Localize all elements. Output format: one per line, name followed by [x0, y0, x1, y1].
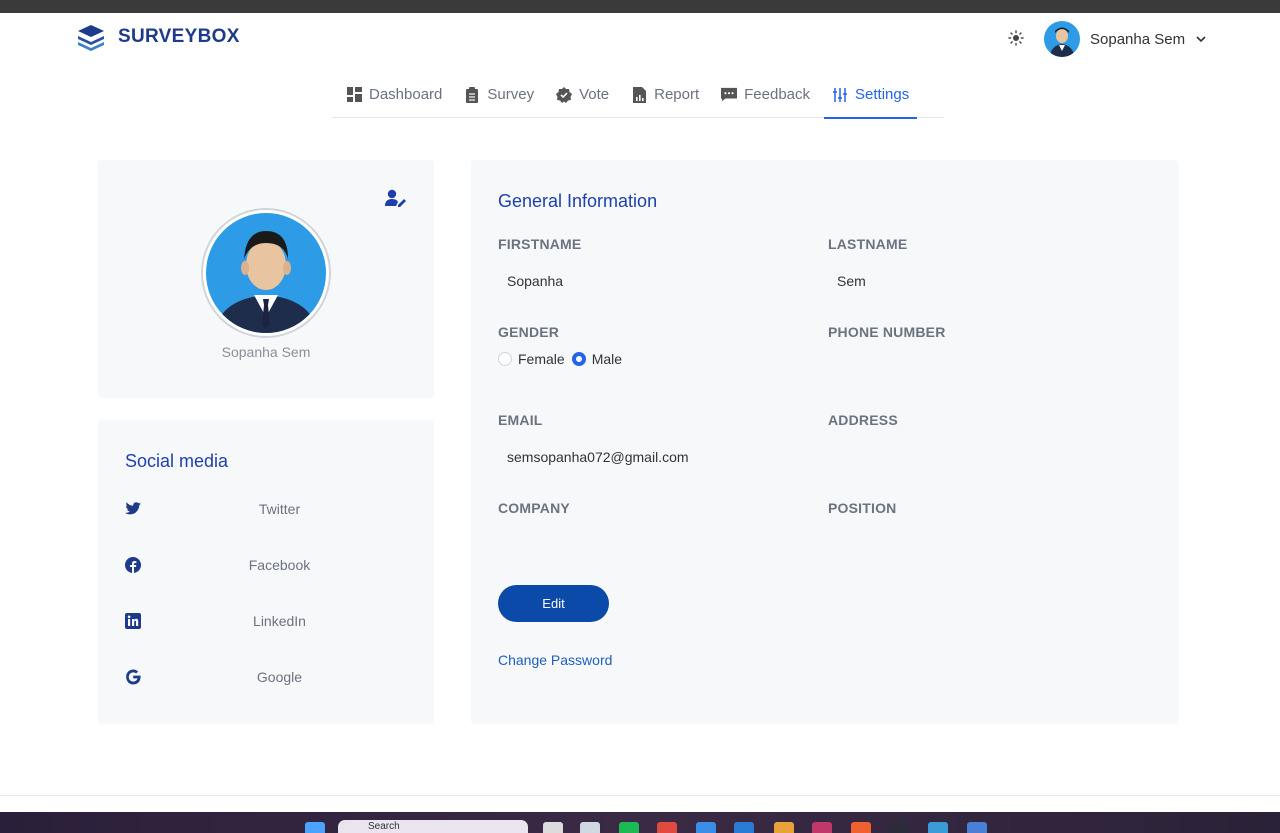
jetbrains-icon[interactable] [812, 822, 832, 833]
tab-vote[interactable]: Vote [548, 72, 617, 118]
spotify-icon[interactable] [619, 822, 639, 833]
badge-check-icon [556, 86, 573, 103]
browser-top-bar [0, 0, 1280, 13]
phone-label: PHONE NUMBER [828, 324, 946, 340]
social-link-facebook[interactable]: Facebook [125, 553, 407, 577]
tab-report[interactable]: Report [623, 72, 707, 118]
brand-logo[interactable]: SURVEYBOX [76, 23, 240, 51]
os-taskbar: Search [0, 812, 1280, 833]
social-label: Twitter [258, 501, 301, 517]
message-icon [721, 87, 738, 103]
dashboard-icon [346, 87, 362, 103]
chrome-icon[interactable] [774, 822, 794, 833]
brand-name: SURVEYBOX [118, 26, 240, 47]
gender-male-label: Male [591, 351, 623, 367]
gender-radio-group: Female Male [498, 351, 629, 367]
lastname-label: LASTNAME [828, 236, 908, 252]
telegram-icon[interactable] [928, 822, 948, 833]
tab-dashboard[interactable]: Dashboard [338, 72, 450, 118]
firstname-value: Sopanha [507, 273, 564, 289]
windows-start-icon[interactable] [305, 822, 325, 833]
main-nav: Dashboard Survey Vote Report Feedback Se… [332, 72, 944, 119]
tab-label: Vote [579, 86, 610, 103]
tab-label: Settings [855, 86, 910, 103]
theme-toggle-button[interactable] [1007, 29, 1025, 47]
vscode-icon[interactable] [734, 822, 754, 833]
report-icon [631, 86, 647, 103]
profile-avatar [201, 208, 331, 338]
tab-label: Report [654, 86, 700, 103]
terminal-icon[interactable] [889, 822, 909, 833]
file-explorer-icon[interactable] [543, 822, 563, 833]
clipboard-icon [464, 86, 480, 103]
edit-profile-button[interactable] [385, 189, 407, 212]
profile-name: Sopanha Sem [221, 344, 311, 360]
tab-label: Feedback [744, 86, 811, 103]
page-divider [0, 795, 1280, 796]
address-label: ADDRESS [828, 412, 898, 428]
email-value: semsopanha072@gmail.com [507, 449, 689, 465]
user-edit-icon [385, 189, 406, 207]
sliders-icon [832, 87, 848, 103]
social-media-card: Social media Twitter Facebook LinkedIn G… [98, 420, 434, 724]
taskbar-app-icon[interactable] [967, 822, 987, 833]
user-name: Sopanha Sem [1090, 30, 1186, 48]
tab-label: Dashboard [369, 86, 443, 103]
app-icon[interactable] [657, 822, 677, 833]
social-link-google[interactable]: Google [125, 665, 407, 689]
gender-female-label: Female [518, 351, 565, 367]
tab-feedback[interactable]: Feedback [713, 72, 818, 118]
social-label: Facebook [248, 557, 311, 573]
postman-icon[interactable] [851, 822, 871, 833]
sun-icon [1008, 30, 1024, 46]
tab-label: Survey [487, 86, 535, 103]
store-icon[interactable] [580, 822, 600, 833]
general-info-title: General Information [498, 191, 658, 211]
layers-logo-icon [78, 25, 104, 51]
gender-male-radio[interactable] [571, 352, 586, 366]
lastname-value: Sem [837, 273, 866, 289]
social-link-twitter[interactable]: Twitter [125, 497, 407, 521]
gender-female-radio[interactable] [498, 352, 512, 366]
tab-settings[interactable]: Settings [824, 72, 918, 119]
social-media-title: Social media [125, 451, 229, 471]
tab-survey[interactable]: Survey [456, 72, 542, 118]
firstname-label: FIRSTNAME [498, 236, 582, 252]
social-link-linkedin[interactable]: LinkedIn [125, 609, 407, 633]
edit-button[interactable]: Edit [498, 585, 609, 622]
email-label: EMAIL [498, 412, 543, 428]
social-label: LinkedIn [253, 613, 306, 629]
position-label: POSITION [828, 500, 897, 516]
general-info-card: General Information FIRSTNAME Sopanha LA… [471, 160, 1179, 724]
avatar [1044, 21, 1080, 57]
gender-label: GENDER [498, 324, 560, 340]
social-label: Google [256, 669, 303, 685]
chevron-down-icon [1196, 36, 1206, 43]
change-password-link[interactable]: Change Password [498, 652, 612, 668]
company-label: COMPANY [498, 500, 570, 516]
profile-card: Sopanha Sem [98, 160, 434, 398]
edge-icon[interactable] [696, 822, 716, 833]
user-menu[interactable]: Sopanha Sem [1044, 21, 1207, 57]
taskbar-search[interactable]: Search [338, 820, 528, 833]
